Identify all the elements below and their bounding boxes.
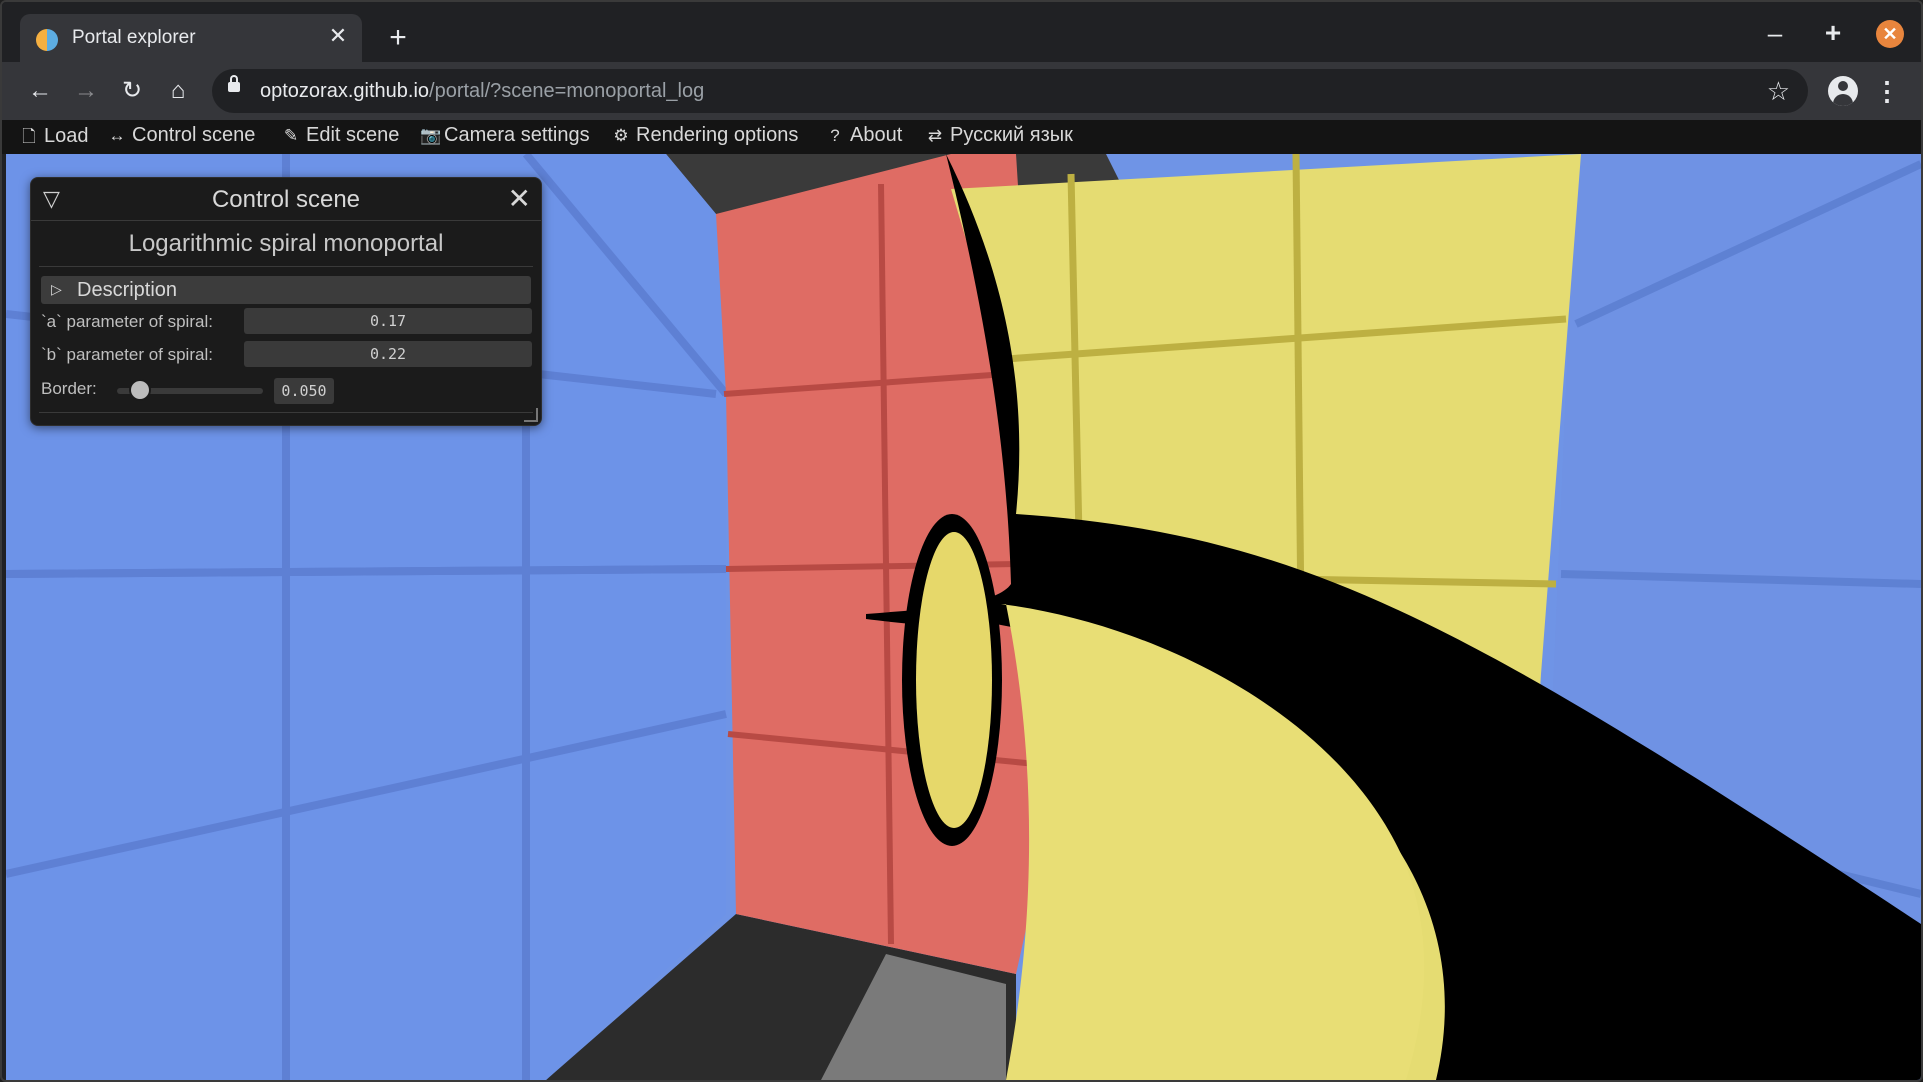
arrows-icon: ↔ xyxy=(108,126,126,145)
border-value-field[interactable]: 0.050 xyxy=(274,378,334,404)
border-slider-handle[interactable] xyxy=(129,379,151,401)
scene-name: Logarithmic spiral monoportal xyxy=(128,230,444,257)
camera-icon: 📷 xyxy=(420,126,442,145)
address-bar[interactable]: optozorax.github.io/portal/?scene=monopo… xyxy=(212,69,1808,113)
minimize-button[interactable]: – xyxy=(1760,18,1790,48)
panel-header[interactable]: ▽ Control scene ✕ xyxy=(31,178,541,221)
a-parameter-field[interactable]: 0.17 xyxy=(244,308,532,334)
menu-camera-settings[interactable]: 📷 Camera settings xyxy=(420,124,590,150)
menu-edit-scene[interactable]: ✎ Edit scene xyxy=(282,124,400,150)
question-icon: ? xyxy=(830,126,840,145)
lock-icon xyxy=(228,75,240,92)
tab-close-icon[interactable]: ✕ xyxy=(324,22,352,50)
profile-icon[interactable] xyxy=(1828,76,1858,106)
translate-icon: ⇄ xyxy=(927,126,943,145)
menu-language[interactable]: ⇄ Русский язык xyxy=(926,124,1073,150)
home-button[interactable]: ⌂ xyxy=(162,75,194,107)
app-menu-bar: 🗋 Load ↔ Control scene ✎ Edit scene 📷 Camera… xyxy=(2,120,1921,154)
control-scene-panel: ▽ Control scene ✕ Logarithmic spiral mon… xyxy=(30,177,542,426)
menu-control-scene[interactable]: ↔ Control scene xyxy=(108,124,256,150)
bookmark-star-icon[interactable]: ☆ xyxy=(1767,76,1790,107)
browser-menu-icon[interactable]: ⋮ xyxy=(1874,75,1900,107)
reload-button[interactable]: ↻ xyxy=(116,75,148,107)
favicon-icon xyxy=(36,29,58,51)
expand-triangle-icon: ▷ xyxy=(51,281,62,297)
browser-window: Portal explorer ✕ + – + ✕ ← → ↻ ⌂ optozo… xyxy=(0,0,1923,1082)
maximize-button[interactable]: + xyxy=(1818,18,1848,48)
url-text: optozorax.github.io/portal/?scene=monopo… xyxy=(260,80,705,102)
border-label: Border: xyxy=(41,379,97,398)
close-icon[interactable]: ✕ xyxy=(508,182,531,215)
divider xyxy=(39,266,533,267)
browser-tab[interactable]: Portal explorer ✕ xyxy=(20,14,362,62)
file-icon: 🗋 xyxy=(22,127,36,146)
portal-ring-inner xyxy=(916,532,992,828)
divider xyxy=(39,412,533,413)
menu-rendering-options[interactable]: ⚙ Rendering options xyxy=(612,124,798,150)
resize-handle-icon[interactable] xyxy=(524,408,538,422)
window-close-button[interactable]: ✕ xyxy=(1876,20,1904,48)
tab-strip: Portal explorer ✕ + – + ✕ xyxy=(2,2,1921,62)
forward-button[interactable]: → xyxy=(70,75,102,107)
gear-icon: ⚙ xyxy=(613,126,629,145)
new-tab-button[interactable]: + xyxy=(382,22,414,54)
back-button[interactable]: ← xyxy=(24,75,56,107)
browser-toolbar: ← → ↻ ⌂ optozorax.github.io/portal/?scen… xyxy=(2,62,1921,120)
description-toggle[interactable]: ▷ Description xyxy=(41,276,531,304)
menu-about[interactable]: ? About xyxy=(826,124,902,150)
panel-title: Control scene xyxy=(211,186,361,213)
a-parameter-label: `a` parameter of spiral: xyxy=(41,312,213,331)
b-parameter-field[interactable]: 0.22 xyxy=(244,341,532,367)
b-parameter-label: `b` parameter of spiral: xyxy=(41,345,213,364)
pencil-icon: ✎ xyxy=(283,126,299,145)
menu-load[interactable]: 🗋 Load xyxy=(20,124,88,150)
description-label: Description xyxy=(77,279,178,301)
tab-title: Portal explorer xyxy=(72,27,196,48)
